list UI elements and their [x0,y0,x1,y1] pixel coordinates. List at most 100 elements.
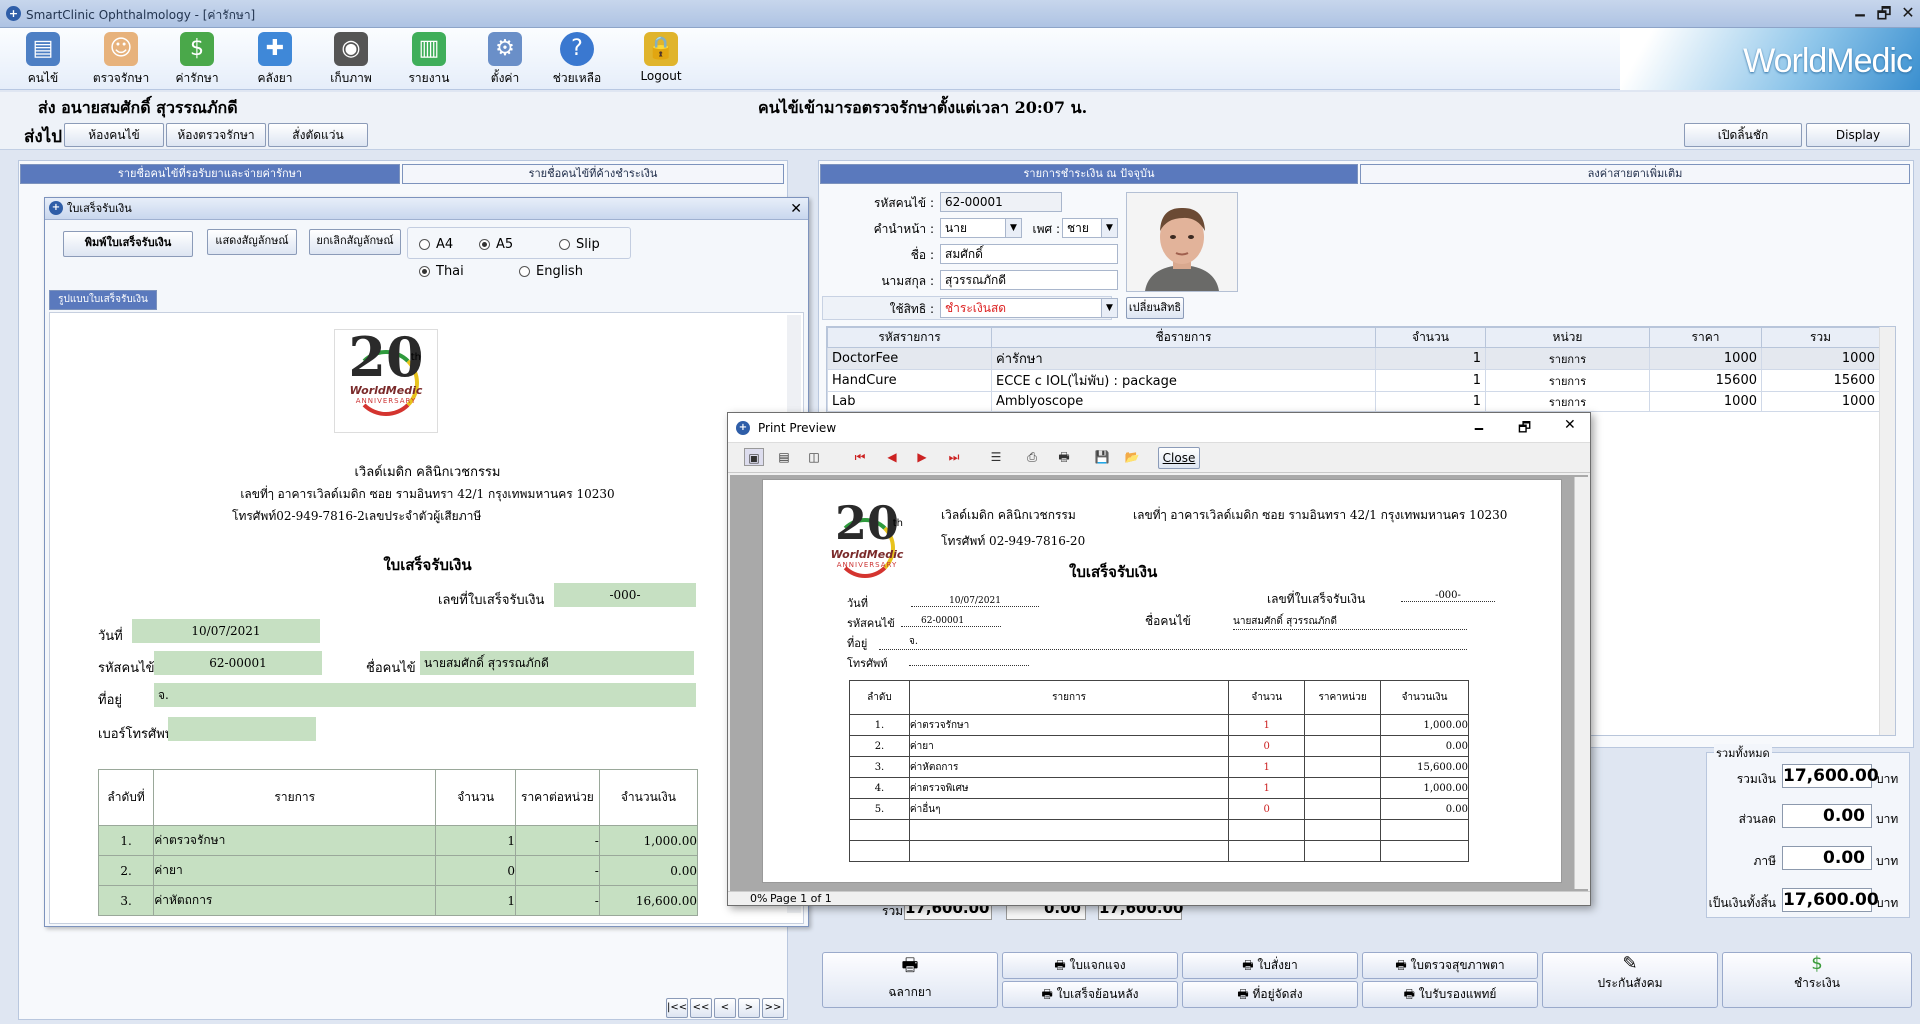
chevron-down-icon[interactable]: ▼ [1005,219,1021,237]
dialog-icon: + [49,201,63,215]
minimize-button[interactable]: 🗕 [1474,417,1484,441]
surname-field[interactable]: สุวรรณภักดี [940,270,1118,290]
pid-field[interactable]: 62-00001 [154,651,322,675]
save-icon[interactable]: 💾 [1092,448,1112,466]
chevron-down-icon[interactable]: ▼ [1101,299,1117,317]
grid-header[interactable]: ชื่อรายการ [991,327,1376,348]
surname-label: นามสกุล : [881,274,934,288]
pay-button[interactable]: $ ชำระเงิน [1722,952,1912,1008]
tab-extra-vision[interactable]: ลงค่าสายตาเพิ่มเติม [1360,164,1910,184]
change-right-button[interactable]: เปลี่ยนสิทธิ [1126,297,1184,319]
medical-cert-button[interactable]: 🖶 ใบรับรองแพทย์ [1362,981,1538,1008]
pager-prev-page[interactable]: << [690,998,712,1018]
clinic-address: เลขที่ๅ อาคารเวิลด์เมดิก ซอย รามอินทรา 4… [240,487,615,501]
camera-icon: ◉ [334,32,368,66]
tax-value[interactable]: 0.00 [1782,846,1872,870]
pager-next-page[interactable]: >> [762,998,784,1018]
pager-next[interactable]: > [738,998,760,1018]
patient-room-button[interactable]: ห้องคนไข้ [64,123,164,147]
tab-outstanding[interactable]: รายชื่อคนไข้ที่ค้างชำระเงิน [402,164,784,184]
exam-room-button[interactable]: ห้องตรวจรักษา [166,123,266,147]
size-slip-radio[interactable]: Slip [559,237,600,252]
size-a4-radio[interactable]: A4 [419,237,453,252]
receipt-items-table: ลำดับที่ รายการ จำนวน ราคาต่อหน่วย จำนวน… [97,769,699,916]
toolbar-report-button[interactable]: ▥ รายงาน [394,32,464,88]
minimize-button[interactable]: 🗕 [1848,3,1872,30]
toolbar-billing-button[interactable]: $ ค่ารักษา [162,32,232,88]
print-icon[interactable]: 🖶 [1054,448,1074,466]
cancel-symbol-button[interactable]: ยกเลิกสัญลักษณ์ [309,229,401,255]
page-setup-icon[interactable]: ⎙ [1022,448,1042,466]
right-select[interactable]: ชำระเงินสด ▼ [940,298,1118,318]
preview-scrollbar[interactable] [1574,477,1588,889]
toolbar-photo-button[interactable]: ◉ เก็บภาพ [316,32,386,88]
print-receipt-button[interactable]: พิมพ์ใบเสร็จรับเงิน [63,231,193,257]
toolbar-settings-button[interactable]: ⚙ ตั้งค่า [470,32,540,88]
first-page-icon[interactable]: ⏮ [850,448,870,466]
order-glasses-button[interactable]: สั่งตัดแว่น [268,123,368,147]
addr-field[interactable]: จ. [154,683,696,707]
grid-header[interactable]: ราคา [1649,327,1762,348]
chevron-down-icon[interactable]: ▼ [1101,219,1117,237]
next-page-icon[interactable]: ▶ [912,448,932,466]
date-field[interactable]: 10/07/2021 [132,619,320,643]
tab-current-payment[interactable]: รายการชำระเงิน ณ ปัจจุบัน [820,164,1358,184]
breakdown-button[interactable]: 🖶 ใบแจกแจง [1002,952,1178,979]
grid-header[interactable]: รวม [1761,327,1880,348]
drug-label-button[interactable]: 🖶 ฉลากยา [822,952,998,1008]
goto-page-icon[interactable]: ☰ [986,448,1006,466]
open-drawer-button[interactable]: เปิดลิ้นชัก [1684,123,1802,147]
grid-header[interactable]: จำนวน [1375,327,1486,348]
table-row[interactable]: DoctorFee ค่ารักษา 1 รายการ 1000 1000 [827,347,1880,370]
patient-id-field[interactable]: 62-00001 [940,192,1062,212]
receipt-no-field[interactable]: -000- [554,583,696,607]
multi-page-icon[interactable]: ▤ [774,448,794,466]
patient-photo [1126,192,1238,292]
preview-statusbar: 0% Page 1 of 1 [728,891,1590,905]
close-button[interactable]: ✕ [1896,3,1920,22]
prev-page-icon[interactable]: ◀ [882,448,902,466]
toolbar-examine-button[interactable]: ☺ ตรวจรักษา [86,32,156,88]
last-page-icon[interactable]: ⏭ [944,448,964,466]
eye-health-button[interactable]: 🖶 ใบตรวจสุขภาพตา [1362,952,1538,979]
pname-field[interactable]: นายสมศักดิ์ สุวรรณภักดี [420,651,694,675]
table-row[interactable]: HandCure ECCE c IOL(ไม่พับ) : package 1 ราย… [827,369,1880,392]
name-field[interactable]: สมศักดิ์ [940,244,1118,264]
sex-select[interactable]: ชาย ▼ [1062,218,1118,238]
close-icon[interactable]: ✕ [790,198,802,220]
maximize-button[interactable]: 🗗 [1518,417,1531,441]
lang-english-radio[interactable]: English [519,264,583,279]
open-icon[interactable]: 📂 [1122,448,1142,466]
tel-field[interactable] [168,717,316,741]
toolbar-pharmacy-button[interactable]: ✚ คลังยา [240,32,310,88]
toolbar-patient-button[interactable]: ▤ คนไข้ [8,32,78,88]
restore-button[interactable]: 🗗 [1872,3,1896,30]
toolbar-help-button[interactable]: ? ช่วยเหลือ [542,32,612,88]
past-receipt-button[interactable]: 🖶 ใบเสร็จย้อนหลัง [1002,981,1178,1008]
single-page-icon[interactable]: ▣ [744,448,764,466]
discount-value[interactable]: 0.00 [1782,804,1872,828]
preview-date-label: วันที่ [847,597,868,610]
toolbar-logout-button[interactable]: 🔒 Logout [626,32,696,88]
social-security-button[interactable]: ✎ ประกันสังคม [1542,952,1718,1008]
preview-clinic: เวิลด์เมดิก คลินิกเวชกรรม [941,508,1076,522]
grid-header[interactable]: หน่วย [1485,327,1650,348]
table-row[interactable]: Lab Amblyoscope 1 รายการ 1000 1000 [827,391,1880,412]
pager-prev[interactable]: < [714,998,736,1018]
lang-thai-radio[interactable]: Thai [419,264,464,279]
print-preview-toolbar: ▣ ▤ ◫ ⏮ ◀ ▶ ⏭ ☰ ⎙ 🖶 💾 📂 Close [728,443,1590,473]
close-button[interactable]: ✕ [1564,417,1576,433]
size-a5-radio[interactable]: A5 [479,237,513,252]
grid-scrollbar[interactable] [1879,327,1895,735]
prefix-select[interactable]: นาย ▼ [940,218,1022,238]
prescription-button[interactable]: 🖶 ใบสั่งยา [1182,952,1358,979]
show-symbol-button[interactable]: แสดงสัญลักษณ์ [207,229,297,255]
page-width-icon[interactable]: ◫ [804,448,824,466]
display-button[interactable]: Display [1806,123,1910,147]
tab-receipt-format[interactable]: รูปแบบใบเสร็จรับเงิน [49,290,157,310]
preview-close-button[interactable]: Close [1158,447,1200,469]
tab-waiting-payment[interactable]: รายชื่อคนไข้ที่รอรับยาและจ่ายค่ารักษา [20,164,400,184]
pager-first[interactable]: |<< [666,998,688,1018]
grid-header[interactable]: รหัสรายการ [827,327,992,348]
shipping-address-button[interactable]: 🖶 ที่อยู่จัดส่ง [1182,981,1358,1008]
